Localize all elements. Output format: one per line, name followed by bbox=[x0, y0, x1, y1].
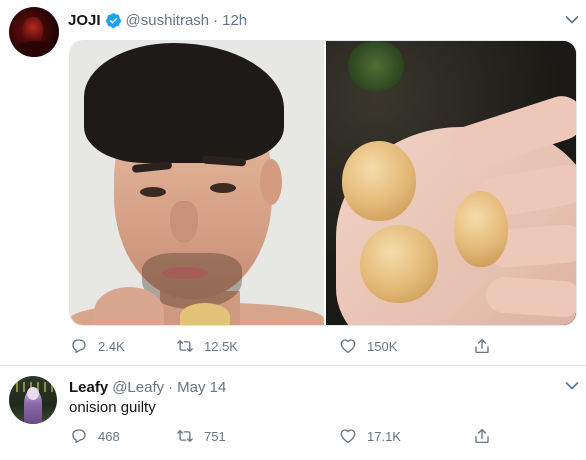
share-button[interactable] bbox=[473, 336, 501, 356]
like-count: 17.1K bbox=[367, 428, 401, 444]
photo-onion bbox=[342, 141, 416, 221]
reply-count: 2.4K bbox=[98, 338, 125, 354]
share-icon bbox=[475, 338, 489, 354]
tweet-text: onision guilty bbox=[69, 399, 156, 416]
reply-icon bbox=[72, 429, 86, 444]
photo-nose bbox=[170, 201, 198, 243]
reply-button[interactable]: 2.4K bbox=[70, 336, 125, 356]
reply-button[interactable]: 468 bbox=[70, 426, 120, 446]
photo-plant bbox=[346, 41, 406, 91]
share-icon bbox=[475, 428, 489, 444]
chevron-down-icon[interactable] bbox=[565, 381, 579, 391]
reply-count: 468 bbox=[98, 428, 120, 444]
retweet-button[interactable]: 751 bbox=[176, 426, 226, 446]
photo-onion-peel bbox=[180, 303, 230, 325]
retweet-count: 12.5K bbox=[204, 338, 238, 354]
like-button[interactable]: 150K bbox=[339, 336, 397, 356]
retweet-button[interactable]: 12.5K bbox=[176, 336, 238, 356]
author-handle[interactable]: @sushitrash bbox=[126, 12, 210, 29]
tweet-actions: 2.4K 12.5K 150K bbox=[69, 336, 549, 356]
retweet-count: 751 bbox=[204, 428, 226, 444]
media-photo-right[interactable] bbox=[326, 41, 576, 325]
share-button[interactable] bbox=[473, 426, 501, 446]
tweet-header: Leafy @Leafy · May 14 bbox=[69, 377, 226, 397]
photo-ear bbox=[260, 159, 282, 205]
separator-dot: · bbox=[213, 11, 219, 29]
photo-eye-left bbox=[140, 187, 166, 197]
photo-eye-right bbox=[210, 183, 236, 193]
avatar-head bbox=[27, 387, 39, 400]
heart-icon bbox=[340, 339, 356, 354]
author-name[interactable]: JOJI bbox=[68, 12, 101, 29]
verified-badge-icon bbox=[105, 12, 121, 28]
chevron-down-icon[interactable] bbox=[565, 15, 579, 25]
tweet-timestamp[interactable]: 12h bbox=[222, 12, 247, 29]
photo-mouth bbox=[162, 267, 208, 279]
retweet-icon bbox=[177, 340, 193, 352]
avatar[interactable] bbox=[9, 376, 57, 424]
like-count: 150K bbox=[367, 338, 398, 354]
photo-hair bbox=[84, 43, 284, 163]
tweet-joji[interactable]: JOJI @sushitrash · 12h 2.4K 12.5K 150K bbox=[0, 0, 586, 366]
author-name[interactable]: Leafy bbox=[69, 379, 108, 396]
tweet-timestamp[interactable]: May 14 bbox=[177, 379, 226, 396]
retweet-icon bbox=[177, 430, 193, 442]
avatar-face bbox=[23, 17, 43, 43]
tweet-media-grid bbox=[69, 40, 577, 326]
reply-icon bbox=[72, 339, 86, 354]
tweet-header: JOJI @sushitrash · 12h bbox=[68, 10, 247, 30]
media-photo-left[interactable] bbox=[70, 41, 324, 325]
heart-icon bbox=[340, 429, 356, 444]
tweet-actions: 468 751 17.1K bbox=[69, 426, 549, 446]
avatar-shoulders bbox=[15, 41, 53, 57]
author-handle[interactable]: @Leafy bbox=[112, 379, 164, 396]
photo-onion bbox=[360, 225, 438, 303]
avatar[interactable] bbox=[9, 7, 59, 57]
photo-finger bbox=[484, 275, 576, 319]
like-button[interactable]: 17.1K bbox=[339, 426, 401, 446]
photo-onion bbox=[454, 191, 508, 267]
separator-dot: · bbox=[168, 378, 174, 396]
